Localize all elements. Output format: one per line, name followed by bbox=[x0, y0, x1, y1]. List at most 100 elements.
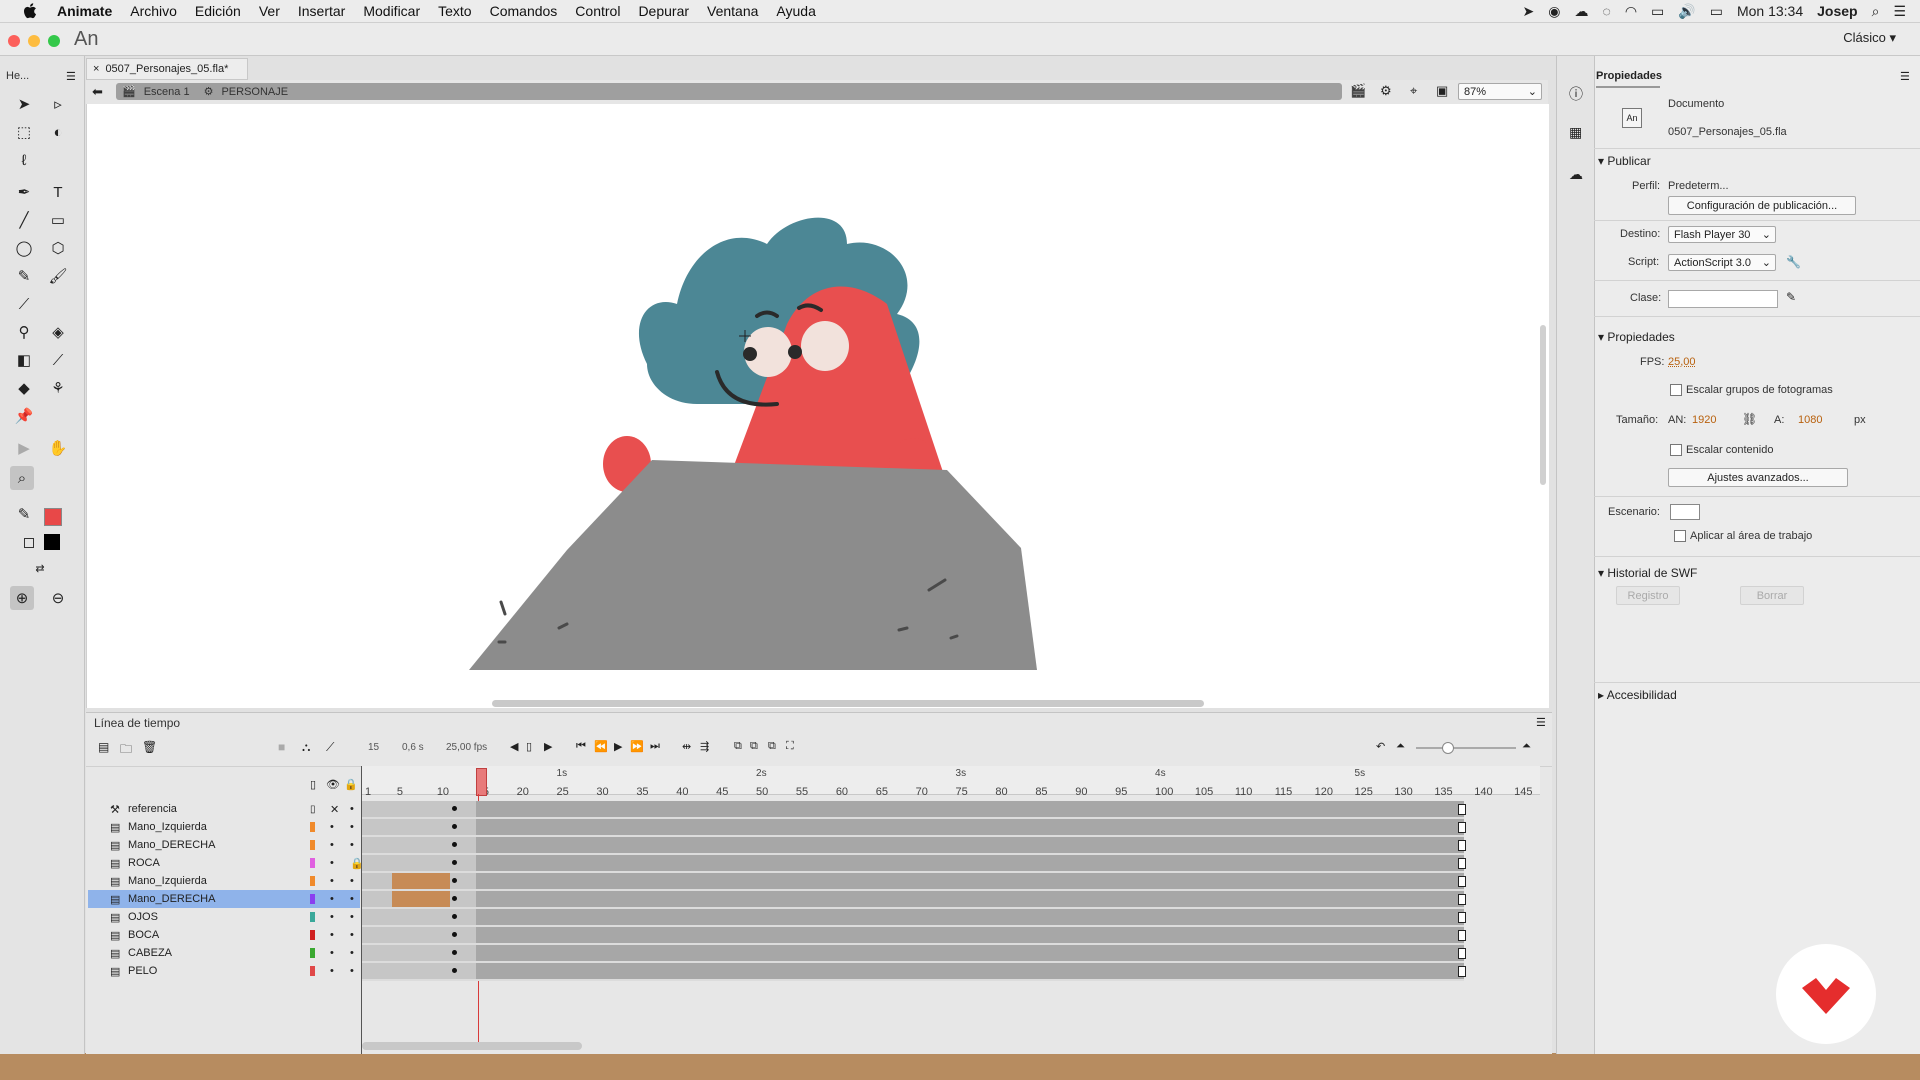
frame-span[interactable] bbox=[362, 963, 476, 979]
swf-history-section[interactable]: ▾ Historial de SWF bbox=[1598, 566, 1697, 580]
link-icon[interactable]: ⛓ bbox=[1742, 412, 1757, 426]
eyedropper-tool-icon[interactable]: ⟋ bbox=[46, 348, 70, 372]
go-last-icon[interactable]: ⏭ bbox=[650, 740, 660, 753]
frame-track[interactable] bbox=[362, 945, 1464, 963]
stroke-color-icon[interactable]: ✎ bbox=[12, 502, 36, 526]
layer-row[interactable]: ▤ Mano_DERECHA • • bbox=[88, 836, 360, 854]
end-frame-marker[interactable] bbox=[1458, 858, 1466, 869]
timeline-zoom-handle[interactable] bbox=[1442, 742, 1454, 754]
layer-color-swatch[interactable] bbox=[310, 912, 315, 922]
layer-name[interactable]: Mano_DERECHA bbox=[128, 893, 215, 905]
layer-row[interactable]: ▤ Mano_Izquierda • • bbox=[88, 872, 360, 890]
layer-name[interactable]: Mano_Izquierda bbox=[128, 821, 207, 833]
document-tab[interactable]: × 0507_Personajes_05.fla* bbox=[86, 58, 248, 80]
frame-track[interactable] bbox=[362, 855, 1464, 873]
eye-column-icon[interactable]: 👁 bbox=[326, 778, 340, 791]
height-value[interactable]: 1080 bbox=[1798, 414, 1822, 426]
keyframe-dot[interactable] bbox=[452, 914, 457, 919]
frame-track[interactable] bbox=[362, 927, 1464, 945]
scale-groups-checkbox[interactable] bbox=[1670, 384, 1682, 396]
end-frame-marker[interactable] bbox=[1458, 822, 1466, 833]
notification-center-icon[interactable]: ☰ bbox=[1893, 3, 1906, 20]
zoom-in-icon[interactable]: ⊕ bbox=[10, 586, 34, 610]
visibility-toggle-icon[interactable]: • bbox=[330, 965, 334, 977]
menu-insertar[interactable]: Insertar bbox=[298, 3, 345, 19]
volume-icon[interactable]: 🔊 bbox=[1678, 3, 1695, 20]
layer-row[interactable]: ▤ CABEZA • • bbox=[88, 944, 360, 962]
frame-track[interactable] bbox=[362, 801, 1464, 819]
keyframe-dot[interactable] bbox=[452, 968, 457, 973]
menu-ver[interactable]: Ver bbox=[259, 3, 280, 19]
layer-color-swatch[interactable] bbox=[310, 966, 315, 976]
log-button[interactable]: Registro bbox=[1616, 586, 1680, 605]
menu-edicion[interactable]: Edición bbox=[195, 3, 241, 19]
layer-outline-icon[interactable]: ▯ bbox=[310, 804, 316, 815]
menu-modificar[interactable]: Modificar bbox=[363, 3, 420, 19]
menu-ventana[interactable]: Ventana bbox=[707, 3, 758, 19]
oval-tool-icon[interactable]: ◯ bbox=[12, 236, 36, 260]
rectangle-tool-icon[interactable]: ▭ bbox=[46, 208, 70, 232]
properties-section[interactable]: ▾ Propiedades bbox=[1598, 330, 1675, 344]
menu-ayuda[interactable]: Ayuda bbox=[776, 3, 815, 19]
class-field[interactable] bbox=[1668, 290, 1778, 308]
polystar-tool-icon[interactable]: ⬡ bbox=[46, 236, 70, 260]
keyframe-dot[interactable] bbox=[452, 950, 457, 955]
lock-toggle-icon[interactable]: • bbox=[350, 893, 354, 905]
keyframe-icon[interactable]: ▯ bbox=[526, 740, 532, 753]
layer-row[interactable]: ▤ Mano_DERECHA • • bbox=[88, 890, 360, 908]
lock-toggle-icon[interactable]: • bbox=[350, 839, 354, 851]
menu-depurar[interactable]: Depurar bbox=[638, 3, 689, 19]
end-frame-marker[interactable] bbox=[1458, 894, 1466, 905]
camera-icon[interactable]: ■ bbox=[278, 740, 285, 754]
current-frame[interactable]: 15 bbox=[368, 742, 379, 753]
visibility-toggle-icon[interactable]: • bbox=[330, 947, 334, 959]
lock-toggle-icon[interactable]: • bbox=[350, 803, 354, 815]
stage-color-swatch[interactable] bbox=[1670, 504, 1700, 520]
stage-horizontal-scrollbar[interactable] bbox=[492, 700, 1204, 707]
center-frame-icon[interactable]: ⇶ bbox=[700, 740, 709, 753]
highlight-column-icon[interactable]: ▯ bbox=[310, 778, 316, 791]
battery-icon[interactable]: ▭ bbox=[1710, 3, 1723, 20]
minimize-window-button[interactable] bbox=[28, 35, 40, 47]
layer-color-swatch[interactable] bbox=[310, 822, 315, 832]
panel-menu-icon[interactable]: ☰ bbox=[66, 70, 76, 83]
layer-row[interactable]: ▤ Mano_Izquierda • • bbox=[88, 818, 360, 836]
visibility-toggle-icon[interactable]: • bbox=[330, 821, 334, 833]
layer-row[interactable]: ▤ BOCA • • bbox=[88, 926, 360, 944]
layer-row[interactable]: ▤ PELO • • bbox=[88, 962, 360, 980]
frame-span[interactable] bbox=[362, 837, 476, 853]
frame-span[interactable] bbox=[362, 855, 476, 871]
width-value[interactable]: 1920 bbox=[1692, 414, 1716, 426]
width-tool-icon[interactable]: ⚘ bbox=[46, 376, 70, 400]
current-time[interactable]: 0,6 s bbox=[402, 742, 424, 753]
visibility-toggle-icon[interactable]: • bbox=[330, 839, 334, 851]
layer-name[interactable]: referencia bbox=[128, 803, 177, 815]
info-icon[interactable]: ⓘ bbox=[1569, 84, 1583, 104]
end-frame-marker[interactable] bbox=[1458, 930, 1466, 941]
sync-icon[interactable]: ◌ bbox=[1603, 3, 1611, 19]
wrench-icon[interactable]: 🔧 bbox=[1786, 255, 1801, 269]
end-frame-marker[interactable] bbox=[1458, 840, 1466, 851]
zoom-window-button[interactable] bbox=[48, 35, 60, 47]
subselection-tool-icon[interactable]: ▹ bbox=[46, 92, 70, 116]
frame-span[interactable] bbox=[362, 945, 476, 961]
visibility-toggle-icon[interactable]: • bbox=[330, 857, 334, 869]
visibility-toggle-icon[interactable]: • bbox=[330, 911, 334, 923]
modify-markers-icon[interactable]: ⛶ bbox=[786, 740, 794, 753]
character-artwork[interactable] bbox=[87, 104, 1549, 708]
layer-color-swatch[interactable] bbox=[310, 858, 315, 868]
layer-name[interactable]: CABEZA bbox=[128, 947, 172, 959]
line-tool-icon[interactable]: ╱ bbox=[12, 208, 36, 232]
close-window-button[interactable] bbox=[8, 35, 20, 47]
lock-toggle-icon[interactable]: • bbox=[350, 947, 354, 959]
align-icon[interactable]: ▦ bbox=[1569, 124, 1582, 141]
frame-track[interactable] bbox=[362, 873, 1464, 891]
airplay-icon[interactable]: ▭ bbox=[1651, 3, 1664, 20]
motion-tween-span[interactable] bbox=[392, 891, 450, 907]
zoom-large-icon[interactable]: ⏶ bbox=[1522, 740, 1531, 753]
new-folder-icon[interactable]: 🗀 bbox=[120, 740, 132, 761]
timeline-zoom-slider[interactable] bbox=[1416, 747, 1516, 749]
paint-bucket-tool-icon[interactable]: ◈ bbox=[46, 320, 70, 344]
menu-comandos[interactable]: Comandos bbox=[490, 3, 558, 19]
end-frame-marker[interactable] bbox=[1458, 948, 1466, 959]
